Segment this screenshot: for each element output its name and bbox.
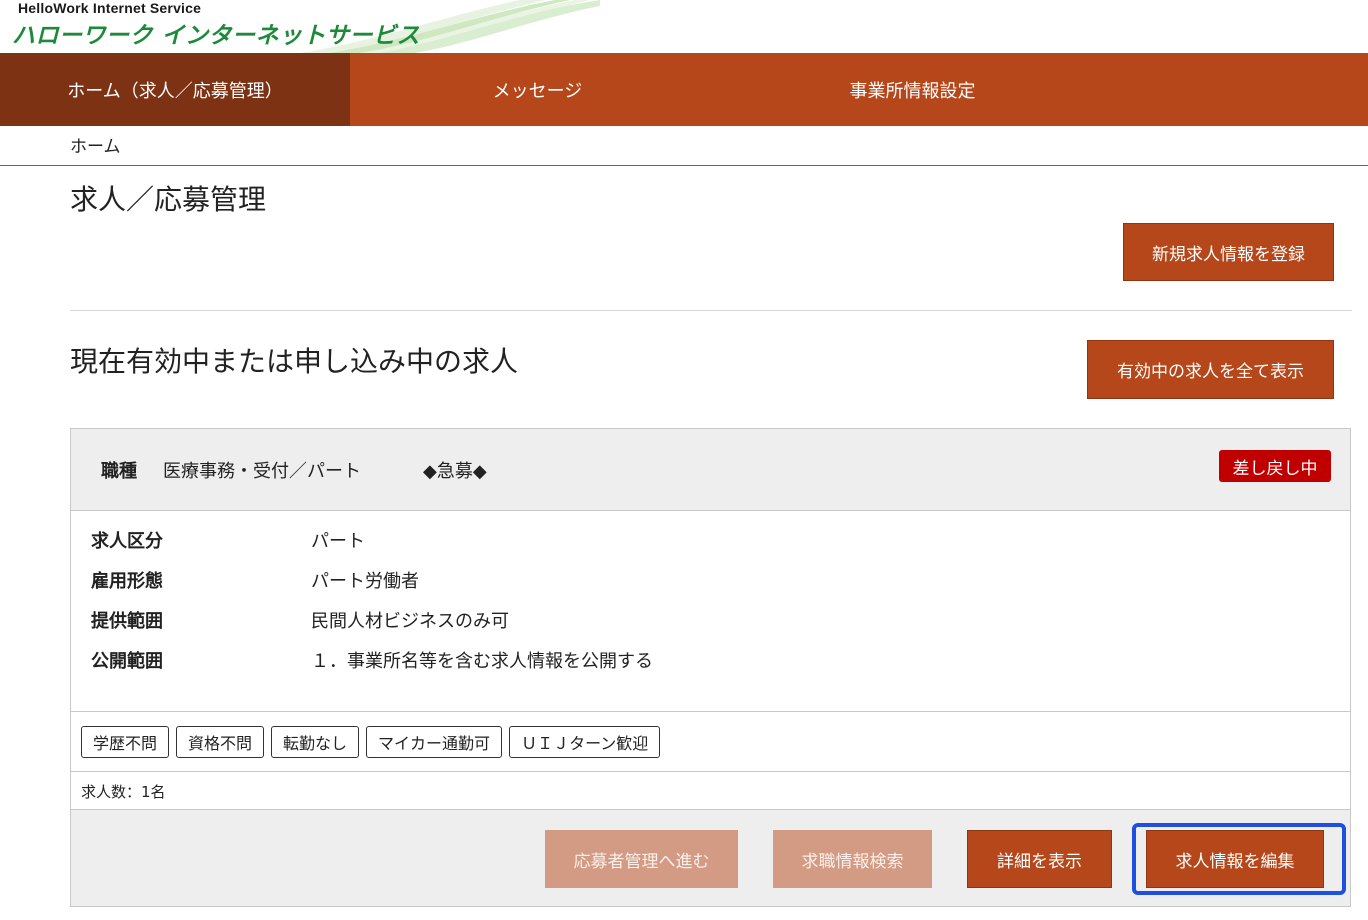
- breadcrumb: ホーム: [70, 137, 121, 157]
- info-row-publication-scope: 公開範囲 １．事業所名等を含む求人情報を公開する: [91, 647, 1291, 687]
- logo-english: HelloWork Internet Service: [18, 0, 202, 16]
- nav-item-home[interactable]: ホーム（求人／応募管理）: [0, 53, 350, 126]
- info-value: パート労働者: [311, 571, 419, 592]
- info-row-employment-type: 雇用形態 パート労働者: [91, 567, 1291, 607]
- info-label: 公開範囲: [91, 651, 163, 672]
- tag-no-transfer: 転勤なし: [271, 725, 360, 758]
- job-count: 求人数：1名: [81, 783, 166, 801]
- breadcrumb-divider: [0, 165, 1368, 166]
- site-header: HelloWork Internet Service ハローワーク インターネッ…: [0, 0, 1368, 53]
- tag-uij-turn-welcome: ＵＩＪターン歓迎: [509, 725, 661, 758]
- job-card-header: 職種 医療事務・受付／パート ◆急募◆ 差し戻し中: [71, 429, 1350, 511]
- main-nav: ホーム（求人／応募管理） メッセージ 事業所情報設定: [0, 53, 1368, 126]
- info-value: １．事業所名等を含む求人情報を公開する: [311, 651, 653, 672]
- info-row-provision-scope: 提供範囲 民間人材ビジネスのみ可: [91, 607, 1291, 647]
- job-card: 職種 医療事務・受付／パート ◆急募◆ 差し戻し中 求人区分 パート 雇用形態 …: [70, 428, 1351, 907]
- section-title: 現在有効中または申し込み中の求人: [70, 345, 519, 378]
- info-value: パート: [311, 531, 365, 552]
- info-label: 雇用形態: [91, 571, 163, 592]
- jobseeker-search-button[interactable]: 求職情報検索: [773, 830, 932, 888]
- register-new-job-button[interactable]: 新規求人情報を登録: [1123, 223, 1334, 281]
- nav-item-messages[interactable]: メッセージ: [350, 53, 725, 126]
- show-all-active-jobs-button[interactable]: 有効中の求人を全て表示: [1087, 340, 1334, 399]
- tag-no-qualification-requirement: 資格不問: [176, 725, 265, 758]
- urgent-label: ◆急募◆: [423, 461, 487, 482]
- info-row-job-category: 求人区分 パート: [91, 527, 1291, 567]
- applicant-management-button[interactable]: 応募者管理へ進む: [545, 830, 738, 888]
- page-title: 求人／応募管理: [70, 183, 267, 216]
- info-label: 求人区分: [91, 531, 163, 552]
- occupation-value: 医療事務・受付／パート: [163, 461, 361, 482]
- occupation-label: 職種: [101, 461, 137, 482]
- info-value: 民間人材ビジネスのみ可: [311, 611, 509, 632]
- info-label: 提供範囲: [91, 611, 163, 632]
- tag-car-commute-ok: マイカー通勤可: [366, 725, 503, 758]
- job-tags: 学歴不問 資格不問 転勤なし マイカー通勤可 ＵＩＪターン歓迎: [71, 711, 1350, 772]
- section-divider: [70, 310, 1352, 311]
- status-badge: 差し戻し中: [1219, 450, 1331, 482]
- edit-job-button[interactable]: 求人情報を編集: [1146, 830, 1324, 888]
- show-detail-button[interactable]: 詳細を表示: [967, 830, 1112, 888]
- job-info-list: 求人区分 パート 雇用形態 パート労働者 提供範囲 民間人材ビジネスのみ可 公開…: [91, 527, 1291, 687]
- tag-no-education-requirement: 学歴不問: [81, 725, 170, 758]
- nav-item-office-settings[interactable]: 事業所情報設定: [725, 53, 1100, 126]
- job-card-actions: 応募者管理へ進む 求職情報検索 詳細を表示 求人情報を編集: [71, 809, 1350, 906]
- logo-japanese: ハローワーク インターネットサービス: [12, 23, 421, 49]
